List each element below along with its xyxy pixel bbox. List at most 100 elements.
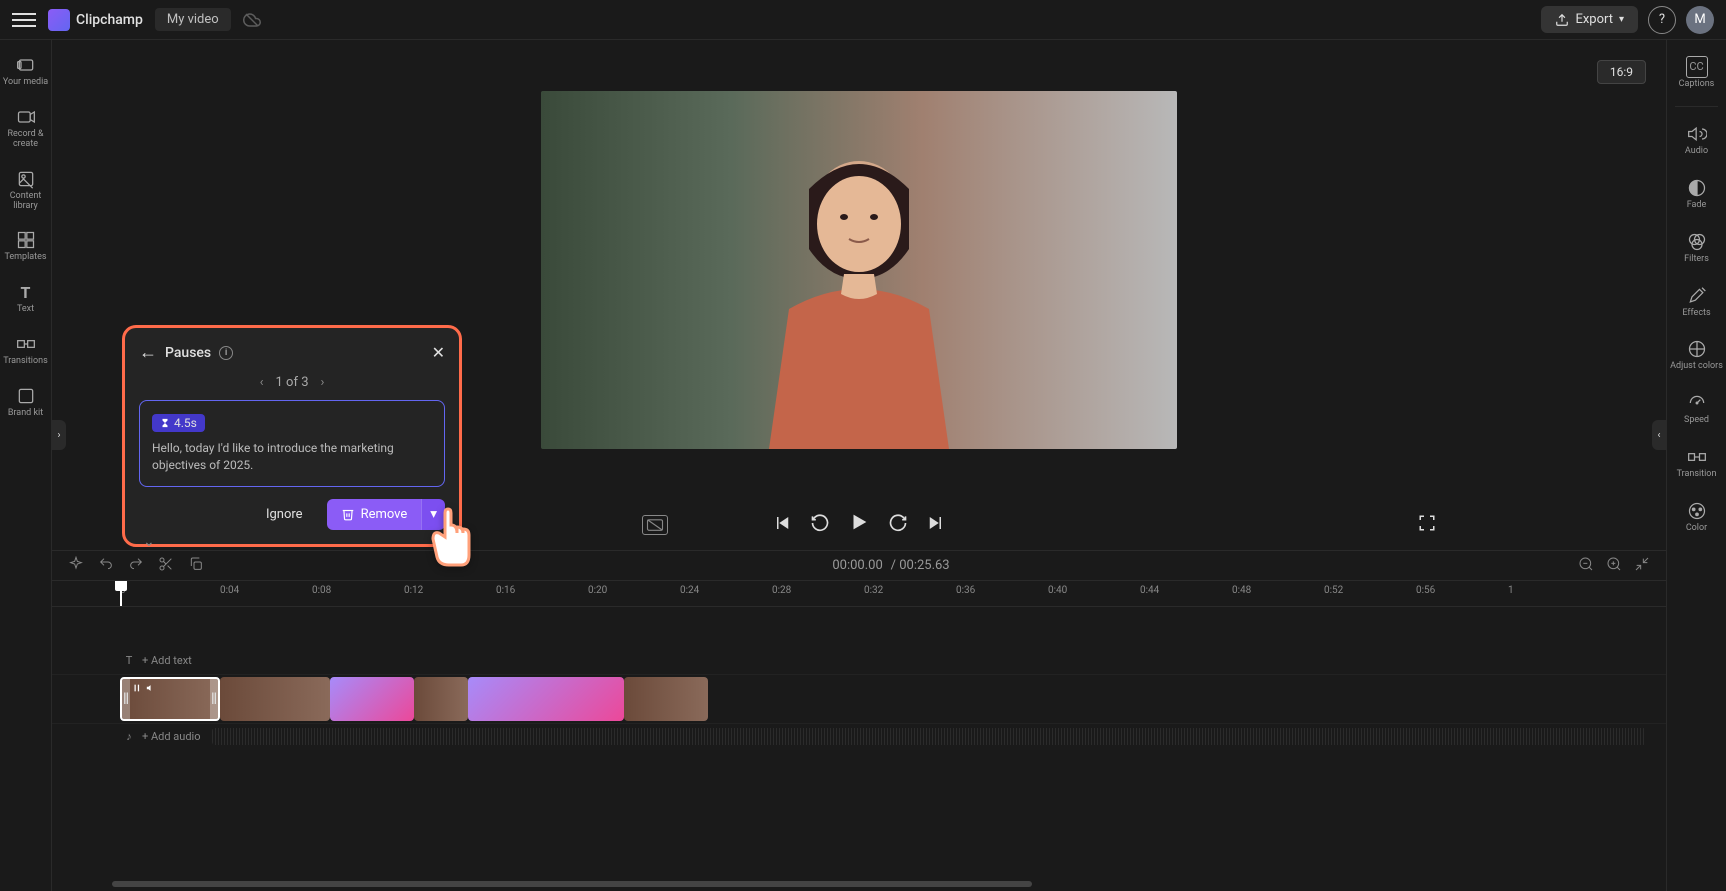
sidebar-item-your-media[interactable]: Your media [0,48,51,94]
rewind-button[interactable] [810,513,830,538]
sidebar-item-brand-kit[interactable]: Brand kit [0,379,51,425]
pause-clip-2[interactable] [468,677,624,721]
sidebar-item-record-create[interactable]: Record & create [0,100,51,156]
timecode-bar: 00:00.00 / 00:25.63 [52,550,1666,580]
sidebar-item-label: Audio [1685,147,1708,157]
preview-frame-content [729,129,989,449]
text-track[interactable]: T + Add text [52,647,1666,675]
sidebar-item-adjust-colors[interactable]: Adjust colors [1667,330,1726,380]
clip-badges [132,683,156,693]
text-track-icon: T [122,654,136,667]
skip-back-button[interactable] [774,514,792,537]
project-name-field[interactable]: My video [155,8,231,31]
fullscreen-button[interactable] [1418,514,1436,537]
ruler-tick: 0:32 [864,585,883,596]
pause-pager: ‹ 1 of 3 › [139,375,445,390]
speaker-icon [1686,123,1708,145]
zoom-fit-button[interactable] [1634,556,1650,575]
copy-button[interactable] [188,556,204,575]
cloud-sync-icon[interactable] [243,11,261,29]
video-clip-1[interactable]: ‖ ‖ [120,677,220,721]
video-clip-4[interactable] [624,677,708,721]
close-panel-button[interactable]: ✕ [432,343,445,362]
sidebar-item-captions[interactable]: CC Captions [1667,48,1726,98]
pause-card[interactable]: 4.5s Hello, today I'd like to introduce … [139,400,445,487]
pager-next[interactable]: › [321,375,325,390]
color-icon [1686,500,1708,522]
undo-button[interactable] [98,556,114,575]
timeline-ruler[interactable]: 0 0:04 0:08 0:12 0:16 0:20 0:24 0:28 0:3… [52,581,1666,607]
timeline[interactable]: 0 0:04 0:08 0:12 0:16 0:20 0:24 0:28 0:3… [52,580,1666,891]
transitions-icon [15,333,37,355]
skip-forward-button[interactable] [926,514,944,537]
effects-icon [1686,285,1708,307]
clip-handle-left[interactable]: ‖ [122,679,130,719]
ruler-tick: 0:40 [1048,585,1067,596]
video-preview[interactable] [541,91,1177,449]
play-button[interactable] [848,511,870,539]
app-logo[interactable]: Clipchamp [48,9,143,31]
user-avatar[interactable]: M [1686,6,1714,34]
sidebar-item-content-library[interactable]: Content library [0,162,51,218]
ignore-button[interactable]: Ignore [250,499,319,530]
sidebar-item-label: Filters [1684,255,1709,265]
aspect-ratio-selector[interactable]: 16:9 [1597,60,1646,84]
ruler-tick: 0:16 [496,585,515,596]
filters-icon [1686,231,1708,253]
hamburger-menu[interactable] [12,8,36,32]
split-button[interactable] [158,556,174,575]
sidebar-item-audio[interactable]: Audio [1667,115,1726,165]
zoom-in-button[interactable] [1606,556,1622,575]
ruler-tick: 0:08 [312,585,331,596]
forward-button[interactable] [888,513,908,538]
timeline-scrollbar[interactable] [112,881,1032,887]
chevron-down-icon: ▾ [1619,14,1624,25]
ruler-tick: 0:20 [588,585,607,596]
video-clip-3[interactable] [414,677,468,721]
tutorial-pointer-icon [423,507,479,584]
top-bar: Clipchamp My video Export ▾ ? M [0,0,1726,40]
music-note-icon: ♪ [122,730,136,743]
playhead[interactable] [120,581,122,606]
collapse-right-panel[interactable]: ‹ [1652,420,1666,450]
clip-handle-right[interactable]: ‖ [210,679,218,719]
magic-tool-icon[interactable] [68,556,84,575]
speed-icon [1686,392,1708,414]
upload-icon [1555,13,1569,27]
video-track[interactable]: ‖ ‖ [52,675,1666,723]
zoom-out-button[interactable] [1578,556,1594,575]
sidebar-item-speed[interactable]: Speed [1667,384,1726,434]
left-sidebar: Your media Record & create Content libra… [0,40,52,891]
sidebar-item-text[interactable]: T Text [0,275,51,321]
sidebar-item-filters[interactable]: Filters [1667,223,1726,273]
total-time: 00:25.63 [899,558,949,573]
audio-track[interactable]: ♪ + Add audio [52,723,1666,749]
pause-duration-badge: 4.5s [152,414,205,432]
sidebar-item-fade[interactable]: Fade [1667,169,1726,219]
ruler-tick: 0:56 [1416,585,1435,596]
captions-toggle[interactable] [642,515,668,535]
redo-button[interactable] [128,556,144,575]
pause-clip-1[interactable] [330,677,414,721]
sidebar-item-label: Content library [2,192,49,212]
export-button[interactable]: Export ▾ [1541,6,1638,33]
panel-collapse-chevron[interactable]: ⌄ [143,534,155,550]
sidebar-item-label: Color [1686,524,1707,534]
remove-button[interactable]: Remove [327,499,422,530]
sidebar-item-effects[interactable]: Effects [1667,277,1726,327]
ruler-tick: 0:52 [1324,585,1343,596]
ruler-tick: 0:04 [220,585,239,596]
help-button[interactable]: ? [1648,6,1676,34]
pager-prev[interactable]: ‹ [260,375,264,390]
panel-back-button[interactable]: ← [139,342,157,363]
sidebar-item-templates[interactable]: Templates [0,223,51,269]
sidebar-item-transitions[interactable]: Transitions [0,327,51,373]
sidebar-item-transition[interactable]: Transition [1667,438,1726,488]
ruler-tick: 1 [1508,585,1514,596]
video-clip-2[interactable] [220,677,330,721]
templates-icon [15,229,37,251]
sidebar-item-color[interactable]: Color [1667,492,1726,542]
sidebar-item-label: Record & create [2,130,49,150]
sidebar-item-label: Brand kit [8,409,43,419]
info-icon[interactable]: i [219,346,233,360]
